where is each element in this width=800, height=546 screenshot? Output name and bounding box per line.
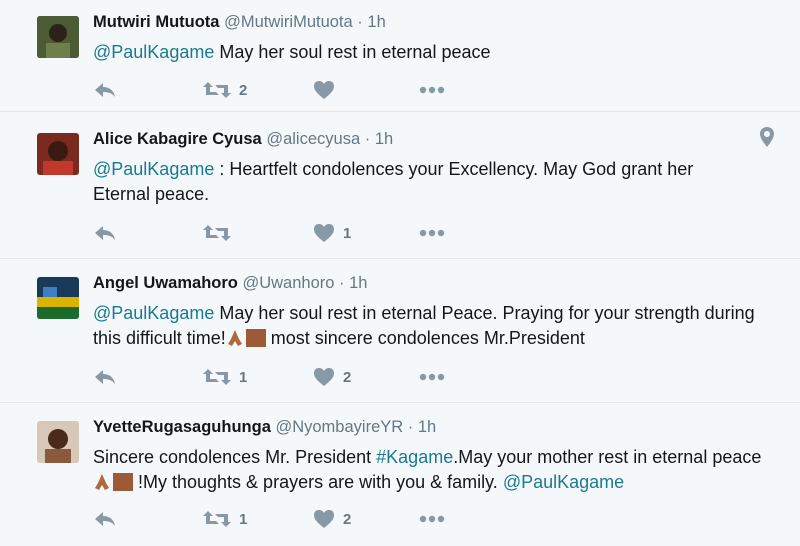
tweet-body-end: most sincere condolences Mr.President bbox=[265, 328, 585, 348]
retweet-icon bbox=[203, 82, 231, 98]
retweet-icon bbox=[203, 511, 231, 527]
like-count: 1 bbox=[343, 224, 352, 242]
user-handle[interactable]: @MutwiriMutuota bbox=[224, 13, 353, 31]
more-icon bbox=[419, 229, 445, 237]
reply-icon bbox=[95, 370, 115, 384]
separator: · bbox=[364, 130, 371, 148]
praying-hands-icon bbox=[95, 474, 109, 490]
tweet-text: @PaulKagame : Heartfelt condolences your… bbox=[93, 157, 753, 207]
tweet-text: @PaulKagame May her soul rest in eternal… bbox=[93, 301, 763, 351]
heart-icon bbox=[314, 510, 334, 528]
tweet-header: Alice Kabagire Cyusa @alicecyusa · 1h bbox=[93, 130, 393, 149]
reply-icon bbox=[95, 512, 115, 526]
user-name[interactable]: YvetteRugasaguhunga bbox=[93, 418, 271, 436]
reply-button[interactable] bbox=[93, 365, 117, 389]
more-button[interactable] bbox=[419, 507, 445, 531]
avatar[interactable] bbox=[37, 16, 79, 58]
like-button[interactable] bbox=[313, 78, 343, 102]
separator: · bbox=[339, 274, 345, 292]
timestamp[interactable]: 1h bbox=[375, 130, 393, 148]
avatar[interactable] bbox=[37, 133, 79, 175]
retweet-button[interactable]: 1 bbox=[203, 507, 247, 531]
skin-tone-square-icon bbox=[245, 329, 266, 347]
tweet[interactable]: Mutwiri Mutuota @MutwiriMutuota · 1h @Pa… bbox=[0, 0, 800, 112]
reply-icon bbox=[95, 226, 115, 240]
retweet-button[interactable] bbox=[203, 221, 239, 245]
mention-link[interactable]: @PaulKagame bbox=[503, 472, 624, 492]
more-icon bbox=[419, 86, 445, 94]
heart-icon bbox=[314, 368, 334, 386]
retweet-count: 2 bbox=[239, 81, 248, 99]
separator: · bbox=[357, 13, 363, 31]
reply-icon bbox=[95, 83, 115, 97]
more-icon bbox=[419, 373, 445, 381]
user-name[interactable]: Mutwiri Mutuota bbox=[93, 13, 219, 31]
retweet-button[interactable]: 1 bbox=[203, 365, 247, 389]
retweet-icon bbox=[203, 369, 231, 385]
separator: · bbox=[407, 418, 414, 436]
user-handle[interactable]: @alicecyusa bbox=[266, 130, 360, 148]
heart-icon bbox=[314, 81, 334, 99]
mention-link[interactable]: @PaulKagame bbox=[93, 303, 214, 323]
location-pin-icon[interactable] bbox=[760, 127, 774, 147]
retweet-button[interactable]: 2 bbox=[203, 78, 247, 102]
like-button[interactable]: 2 bbox=[313, 365, 351, 389]
like-button[interactable]: 1 bbox=[313, 221, 351, 245]
more-button[interactable] bbox=[419, 365, 445, 389]
tweet[interactable]: Angel Uwamahoro @Uwanhoro · 1h @PaulKaga… bbox=[0, 261, 800, 403]
user-handle[interactable]: @NyombayireYR bbox=[275, 418, 403, 436]
more-button[interactable] bbox=[419, 221, 445, 245]
timestamp[interactable]: 1h bbox=[418, 418, 436, 436]
retweet-icon bbox=[203, 225, 231, 241]
like-count: 2 bbox=[343, 510, 352, 528]
timestamp[interactable]: 1h bbox=[367, 13, 385, 31]
more-button[interactable] bbox=[419, 78, 445, 102]
like-button[interactable]: 2 bbox=[313, 507, 351, 531]
heart-icon bbox=[314, 224, 334, 242]
hashtag-link[interactable]: #Kagame bbox=[376, 447, 453, 467]
praying-hands-icon bbox=[227, 330, 242, 346]
avatar[interactable] bbox=[37, 277, 79, 319]
tweet-header: YvetteRugasaguhunga @NyombayireYR · 1h bbox=[93, 418, 436, 437]
user-handle[interactable]: @Uwanhoro bbox=[242, 274, 334, 292]
tweet-body-end: !My thoughts & prayers are with you & fa… bbox=[133, 472, 503, 492]
user-name[interactable]: Angel Uwamahoro bbox=[93, 274, 238, 292]
mention-link[interactable]: @PaulKagame bbox=[93, 159, 214, 179]
retweet-count: 1 bbox=[239, 368, 248, 386]
tweet-header: Mutwiri Mutuota @MutwiriMutuota · 1h bbox=[93, 13, 386, 32]
timestamp[interactable]: 1h bbox=[349, 274, 367, 292]
reply-button[interactable] bbox=[93, 507, 117, 531]
skin-tone-square-icon bbox=[113, 473, 133, 491]
avatar[interactable] bbox=[37, 421, 79, 463]
retweet-count: 1 bbox=[239, 510, 248, 528]
user-name[interactable]: Alice Kabagire Cyusa bbox=[93, 130, 262, 148]
tweet[interactable]: Alice Kabagire Cyusa @alicecyusa · 1h @P… bbox=[0, 117, 800, 259]
reply-button[interactable] bbox=[93, 221, 117, 245]
tweet-body-start: Sincere condolences Mr. President bbox=[93, 447, 377, 467]
tweet[interactable]: YvetteRugasaguhunga @NyombayireYR · 1h S… bbox=[0, 405, 800, 546]
mention-link[interactable]: @PaulKagame bbox=[93, 42, 214, 62]
tweet-header: Angel Uwamahoro @Uwanhoro · 1h bbox=[93, 274, 367, 293]
reply-button[interactable] bbox=[93, 78, 117, 102]
like-count: 2 bbox=[343, 368, 352, 386]
tweet-body: .May your mother rest in eternal peace bbox=[453, 447, 762, 467]
more-icon bbox=[419, 515, 445, 523]
tweet-text: Sincere condolences Mr. President #Kagam… bbox=[93, 445, 773, 495]
tweet-feed: Mutwiri Mutuota @MutwiriMutuota · 1h @Pa… bbox=[0, 0, 800, 546]
tweet-body: May her soul rest in eternal peace bbox=[214, 42, 491, 62]
tweet-text: @PaulKagame May her soul rest in eternal… bbox=[93, 40, 773, 65]
